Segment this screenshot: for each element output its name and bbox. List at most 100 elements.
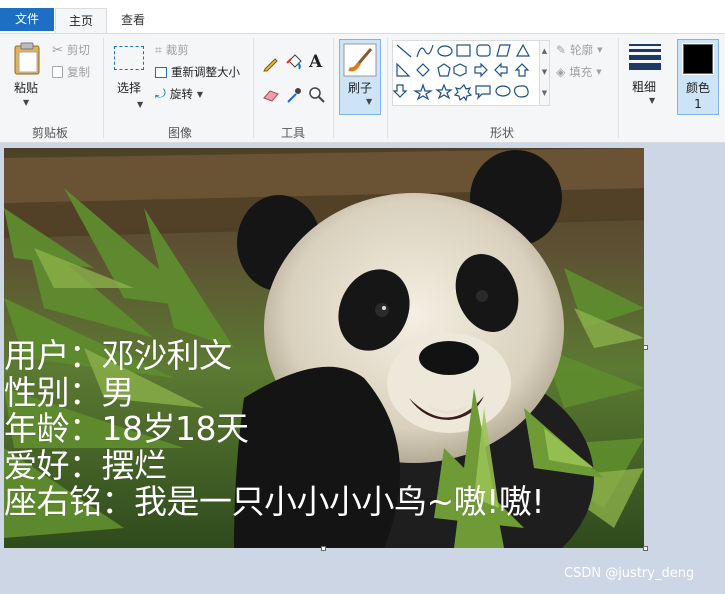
paste-button[interactable]: 粘贴 ▼ — [6, 40, 46, 116]
image-group-label: 图像 — [167, 126, 192, 140]
rounded-rectangle-shape-icon — [476, 44, 491, 57]
divider — [253, 38, 254, 138]
divider — [333, 38, 334, 138]
chevron-down-icon: ▼ — [649, 96, 656, 105]
resize-handle-right[interactable] — [643, 345, 648, 350]
rectangle-shape-icon — [456, 44, 471, 57]
chevron-down-icon: ▼ — [596, 68, 602, 76]
cut-label: 剪切 — [66, 43, 90, 57]
fill-button[interactable]: ◈ 填充 ▼ — [556, 64, 602, 80]
watermark: CSDN @justry_deng — [564, 566, 695, 581]
canvas-text-line: 性别：男 — [4, 372, 135, 412]
right-arrow-shape-icon — [474, 62, 488, 78]
fill-icon: ◈ — [556, 65, 566, 79]
shapes-grid — [392, 43, 531, 102]
brush-icon — [343, 43, 377, 77]
chevron-down-icon: ▼ — [196, 89, 203, 99]
canvas-text: 用户：邓沙利文 性别：男 年龄：18岁18天 爱好：摆烂 座右铭：我是一只小小小… — [4, 336, 545, 521]
crop-label: 裁剪 — [165, 43, 189, 57]
curve-shape-icon — [416, 44, 434, 58]
up-arrow-shape-icon — [514, 63, 530, 77]
selection-icon — [114, 46, 144, 70]
divider — [387, 38, 388, 138]
five-point-star-shape-icon — [435, 83, 453, 100]
magnifier-icon[interactable] — [308, 86, 326, 104]
outline-label: 轮廓 — [570, 43, 594, 57]
divider — [618, 38, 619, 138]
scissors-icon: ✂ — [52, 42, 63, 58]
canvas-text-line: 座右铭：我是一只小小小小鸟~嗷!嗷! — [4, 482, 545, 521]
resize-handle-corner[interactable] — [643, 546, 648, 551]
canvas-text-line: 用户：邓沙利文 — [4, 336, 232, 375]
tools-group-label: 工具 — [280, 126, 305, 140]
left-arrow-shape-icon — [494, 62, 508, 78]
right-triangle-shape-icon — [396, 62, 411, 77]
ribbon: 粘贴 ▼ ✂ 剪切 复制 剪贴板 选择 ▼ ⌗ 裁剪 重新调整大小 ⤾ 旋转 ▼… — [0, 33, 725, 143]
polygon-shape-icon — [496, 44, 511, 57]
four-point-star-shape-icon — [412, 83, 434, 101]
divider — [103, 38, 104, 138]
brushes-button[interactable]: 刷子 ▼ — [339, 39, 381, 115]
callout-cloud-shape-icon — [514, 85, 529, 98]
text-tool-icon[interactable]: A — [309, 52, 322, 72]
rotate-icon: ⤾ — [155, 86, 166, 102]
resize-label: 重新调整大小 — [171, 65, 240, 79]
color1-button[interactable]: 颜色 1 — [677, 39, 719, 115]
ribbon-tab-bar: 文件 主页 查看 — [0, 0, 725, 33]
copy-icon — [52, 66, 63, 78]
paste-label: 粘贴 — [13, 81, 38, 95]
canvas-text-line: 爱好：摆烂 — [4, 445, 167, 485]
resize-icon — [155, 66, 167, 78]
callout-rect-shape-icon — [475, 85, 491, 100]
scroll-up-icon[interactable]: ▲ — [540, 41, 549, 62]
line-shape-icon — [396, 44, 412, 58]
copy-button[interactable]: 复制 — [52, 64, 90, 80]
oval-shape-icon — [437, 45, 453, 57]
clipboard-icon — [14, 42, 40, 75]
shapes-scrollbar[interactable]: ▲ ▼ ▼ — [539, 41, 549, 105]
chevron-down-icon: ▼ — [23, 98, 30, 107]
select-label: 选择 — [116, 81, 141, 95]
callout-oval-shape-icon — [495, 85, 511, 97]
color1-label: 颜色 1 — [685, 81, 710, 111]
crop-button[interactable]: ⌗ 裁剪 — [155, 42, 189, 58]
down-arrow-shape-icon — [392, 84, 408, 98]
scroll-down-icon[interactable]: ▼ — [540, 62, 549, 83]
copy-label: 复制 — [67, 65, 90, 79]
shapes-group-label: 形状 — [489, 126, 514, 140]
chevron-down-icon: ▼ — [366, 97, 373, 106]
clipboard-group-label: 剪贴板 — [31, 126, 68, 140]
select-button[interactable]: 选择 ▼ — [110, 42, 148, 118]
resize-button[interactable]: 重新调整大小 — [155, 64, 240, 80]
fill-label: 填充 — [569, 65, 593, 79]
rotate-button[interactable]: ⤾ 旋转 ▼ — [155, 86, 203, 102]
rotate-label: 旋转 — [169, 87, 193, 101]
expand-gallery-icon[interactable]: ▼ — [540, 83, 549, 104]
hexagon-shape-icon — [453, 63, 467, 77]
tab-home[interactable]: 主页 — [55, 8, 107, 33]
canvas-text-line: 年龄：18岁18天 — [4, 409, 249, 448]
color1-swatch — [682, 43, 714, 75]
diamond-shape-icon — [416, 63, 430, 77]
chevron-down-icon: ▼ — [137, 100, 144, 109]
six-point-star-shape-icon — [453, 83, 473, 102]
pencil-icon[interactable] — [262, 54, 280, 72]
tab-file[interactable]: 文件 — [0, 8, 54, 31]
size-label: 粗细 — [631, 80, 656, 94]
color-picker-icon[interactable] — [285, 86, 303, 104]
pentagon-shape-icon — [437, 63, 451, 77]
resize-handle-bottom[interactable] — [321, 546, 326, 551]
outline-icon: ✎ — [556, 43, 567, 57]
chevron-down-icon: ▼ — [597, 46, 603, 54]
crop-icon: ⌗ — [155, 42, 162, 57]
shapes-gallery[interactable]: ▲ ▼ ▼ — [392, 40, 550, 106]
line-thickness-icon — [629, 44, 661, 70]
eraser-icon[interactable] — [262, 86, 280, 104]
outline-button[interactable]: ✎ 轮廓 ▼ — [556, 42, 602, 58]
brushes-label: 刷子 — [347, 81, 372, 95]
triangle-shape-icon — [515, 43, 531, 57]
cut-button[interactable]: ✂ 剪切 — [52, 42, 90, 58]
tab-view[interactable]: 查看 — [110, 8, 156, 33]
size-button[interactable]: 粗细 ▼ — [624, 39, 666, 115]
fill-bucket-icon[interactable] — [285, 53, 303, 71]
